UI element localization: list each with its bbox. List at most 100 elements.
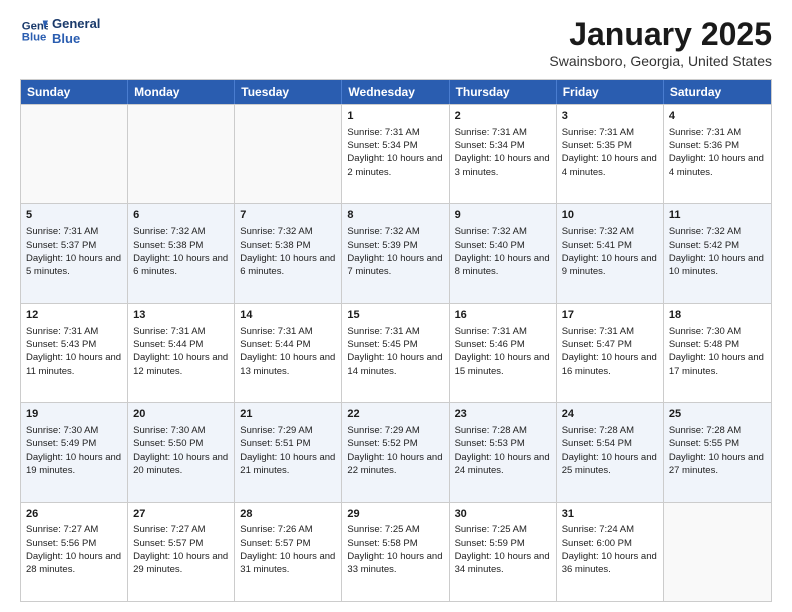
title-block: January 2025 Swainsboro, Georgia, United… (549, 16, 772, 69)
cell-daylight: Daylight: 10 hours and 25 minutes. (562, 451, 658, 478)
cell-sunset: Sunset: 5:45 PM (347, 338, 443, 351)
cell-sunset: Sunset: 5:44 PM (133, 338, 229, 351)
cell-daylight: Daylight: 10 hours and 6 minutes. (133, 252, 229, 279)
cell-sunrise: Sunrise: 7:25 AM (347, 523, 443, 536)
cell-sunrise: Sunrise: 7:31 AM (26, 325, 122, 338)
cell-sunset: Sunset: 5:42 PM (669, 239, 766, 252)
day-number: 28 (240, 507, 336, 522)
cell-sunset: Sunset: 5:34 PM (347, 139, 443, 152)
calendar-cell-3-5: 24Sunrise: 7:28 AMSunset: 5:54 PMDayligh… (557, 403, 664, 501)
calendar-cell-2-2: 14Sunrise: 7:31 AMSunset: 5:44 PMDayligh… (235, 304, 342, 402)
day-number: 7 (240, 208, 336, 223)
cell-sunrise: Sunrise: 7:32 AM (669, 225, 766, 238)
cell-sunrise: Sunrise: 7:24 AM (562, 523, 658, 536)
cell-sunrise: Sunrise: 7:30 AM (26, 424, 122, 437)
cell-daylight: Daylight: 10 hours and 4 minutes. (669, 152, 766, 179)
day-number: 15 (347, 308, 443, 323)
logo: General Blue General Blue (20, 16, 100, 46)
cell-daylight: Daylight: 10 hours and 2 minutes. (347, 152, 443, 179)
day-number: 10 (562, 208, 658, 223)
cell-daylight: Daylight: 10 hours and 7 minutes. (347, 252, 443, 279)
calendar-cell-2-1: 13 Sunrise: 7:31 AMSunset: 5:44 PMDayligh… (128, 304, 235, 402)
header-wednesday: Wednesday (342, 80, 449, 104)
cell-sunrise: Sunrise: 7:26 AM (240, 523, 336, 536)
cell-sunset: Sunset: 5:51 PM (240, 437, 336, 450)
logo-icon: General Blue (20, 17, 48, 45)
cell-sunrise: Sunrise: 7:29 AM (240, 424, 336, 437)
day-number: 3 (562, 109, 658, 124)
cell-sunrise: Sunrise: 7:29 AM (347, 424, 443, 437)
calendar-row-0: 1Sunrise: 7:31 AMSunset: 5:34 PMDaylight… (21, 104, 771, 203)
cell-daylight: Daylight: 10 hours and 11 minutes. (26, 351, 122, 378)
calendar-cell-3-0: 19Sunrise: 7:30 AMSunset: 5:49 PMDayligh… (21, 403, 128, 501)
calendar-cell-1-3: 8Sunrise: 7:32 AMSunset: 5:39 PMDaylight… (342, 204, 449, 302)
cell-daylight: Daylight: 10 hours and 20 minutes. (133, 451, 229, 478)
cell-daylight: Daylight: 10 hours and 19 minutes. (26, 451, 122, 478)
cell-daylight: Daylight: 10 hours and 24 minutes. (455, 451, 551, 478)
calendar-cell-2-6: 18Sunrise: 7:30 AMSunset: 5:48 PMDayligh… (664, 304, 771, 402)
cell-daylight: Daylight: 10 hours and 27 minutes. (669, 451, 766, 478)
cell-daylight: Daylight: 10 hours and 21 minutes. (240, 451, 336, 478)
cell-sunset: Sunset: 6:00 PM (562, 537, 658, 550)
cell-sunset: Sunset: 5:52 PM (347, 437, 443, 450)
cell-daylight: Daylight: 10 hours and 14 minutes. (347, 351, 443, 378)
day-number: 5 (26, 208, 122, 223)
calendar-cell-2-3: 15Sunrise: 7:31 AMSunset: 5:45 PMDayligh… (342, 304, 449, 402)
cell-sunrise: Sunrise: 7:32 AM (240, 225, 336, 238)
header-sunday: Sunday (21, 80, 128, 104)
cell-sunset: Sunset: 5:59 PM (455, 537, 551, 550)
calendar-cell-4-5: 31Sunrise: 7:24 AMSunset: 6:00 PMDayligh… (557, 503, 664, 601)
header-friday: Friday (557, 80, 664, 104)
cell-daylight: Daylight: 10 hours and 9 minutes. (562, 252, 658, 279)
day-number: 18 (669, 308, 766, 323)
cell-daylight: Daylight: 10 hours and 16 minutes. (562, 351, 658, 378)
calendar: Sunday Monday Tuesday Wednesday Thursday… (20, 79, 772, 602)
cell-sunset: Sunset: 5:56 PM (26, 537, 122, 550)
day-number: 14 (240, 308, 336, 323)
cell-daylight: Daylight: 10 hours and 4 minutes. (562, 152, 658, 179)
day-number: 23 (455, 407, 551, 422)
cell-daylight: Daylight: 10 hours and 28 minutes. (26, 550, 122, 577)
calendar-cell-4-6 (664, 503, 771, 601)
day-number: 13 (133, 308, 229, 323)
cell-daylight: Daylight: 10 hours and 6 minutes. (240, 252, 336, 279)
cell-sunset: Sunset: 5:39 PM (347, 239, 443, 252)
cell-daylight: Daylight: 10 hours and 17 minutes. (669, 351, 766, 378)
calendar-cell-3-6: 25Sunrise: 7:28 AMSunset: 5:55 PMDayligh… (664, 403, 771, 501)
cell-sunrise: Sunrise: 7:28 AM (669, 424, 766, 437)
day-number: 1 (347, 109, 443, 124)
cell-daylight: Daylight: 10 hours and 10 minutes. (669, 252, 766, 279)
cell-sunrise: Sunrise: 7:31 AM (133, 325, 229, 338)
calendar-cell-1-0: 5Sunrise: 7:31 AMSunset: 5:37 PMDaylight… (21, 204, 128, 302)
calendar-row-2: 12Sunrise: 7:31 AMSunset: 5:43 PMDayligh… (21, 303, 771, 402)
calendar-body: 1Sunrise: 7:31 AMSunset: 5:34 PMDaylight… (21, 104, 771, 601)
day-number: 26 (26, 507, 122, 522)
cell-sunset: Sunset: 5:58 PM (347, 537, 443, 550)
day-number: 25 (669, 407, 766, 422)
cell-sunrise: Sunrise: 7:31 AM (240, 325, 336, 338)
calendar-row-4: 26Sunrise: 7:27 AMSunset: 5:56 PMDayligh… (21, 502, 771, 601)
calendar-header: Sunday Monday Tuesday Wednesday Thursday… (21, 80, 771, 104)
cell-sunrise: Sunrise: 7:32 AM (455, 225, 551, 238)
header-monday: Monday (128, 80, 235, 104)
calendar-cell-3-1: 20Sunrise: 7:30 AMSunset: 5:50 PMDayligh… (128, 403, 235, 501)
cell-daylight: Daylight: 10 hours and 34 minutes. (455, 550, 551, 577)
day-number: 30 (455, 507, 551, 522)
svg-text:Blue: Blue (22, 32, 47, 44)
calendar-cell-1-4: 9Sunrise: 7:32 AMSunset: 5:40 PMDaylight… (450, 204, 557, 302)
calendar-cell-3-3: 22Sunrise: 7:29 AMSunset: 5:52 PMDayligh… (342, 403, 449, 501)
cell-daylight: Daylight: 10 hours and 15 minutes. (455, 351, 551, 378)
calendar-cell-0-6: 4Sunrise: 7:31 AMSunset: 5:36 PMDaylight… (664, 105, 771, 203)
calendar-cell-0-2 (235, 105, 342, 203)
logo-line2: Blue (52, 31, 100, 46)
day-number: 31 (562, 507, 658, 522)
cell-sunrise: Sunrise: 7:32 AM (562, 225, 658, 238)
calendar-cell-0-3: 1Sunrise: 7:31 AMSunset: 5:34 PMDaylight… (342, 105, 449, 203)
day-number: 29 (347, 507, 443, 522)
day-number: 19 (26, 407, 122, 422)
day-number: 8 (347, 208, 443, 223)
day-number: 27 (133, 507, 229, 522)
cell-sunrise: Sunrise: 7:32 AM (133, 225, 229, 238)
cell-sunrise: Sunrise: 7:27 AM (26, 523, 122, 536)
cell-daylight: Daylight: 10 hours and 12 minutes. (133, 351, 229, 378)
